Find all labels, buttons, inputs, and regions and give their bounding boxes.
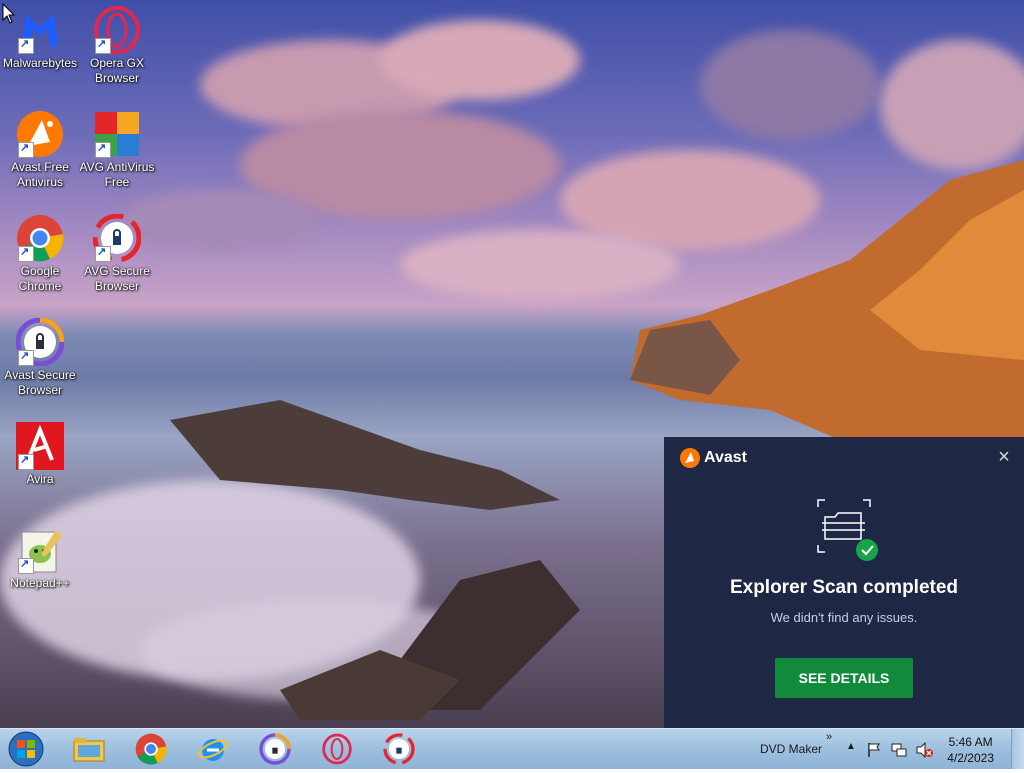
notification-subtitle: We didn't find any issues. [770,610,918,625]
desktop-icon-label: Avast Secure Browser [4,368,76,397]
desktop-icon-avg-antivirus-free[interactable]: AVG AntiVirus Free [77,110,157,190]
notepad-plus-plus-icon [16,526,64,574]
toolbar-chevron-icon[interactable]: » [826,731,832,743]
start-button[interactable] [4,730,48,768]
desktop-icon-label: Google Chrome [18,264,62,293]
internet-explorer-icon[interactable] [197,733,229,765]
desktop-icon-avira[interactable]: Avira [0,422,80,487]
desktop-icon-label: AVG Secure Browser [84,264,150,293]
avast-secure-browser-icon [15,317,65,367]
avast-secure-browser-icon[interactable] [259,733,291,765]
desktop-icon-label: Malwarebytes [2,56,78,70]
desktop-icon-label: Opera GX Browser [89,56,145,85]
action-center-flag-icon[interactable] [866,742,882,758]
volume-muted-icon[interactable] [916,742,934,758]
desktop-icon-label: Avira [26,472,54,486]
rock-shelf [170,400,580,720]
shortcut-arrow-icon [18,453,34,470]
desktop-icon-label: AVG AntiVirus Free [79,160,155,189]
file-explorer-icon[interactable] [72,733,105,765]
opera-gx-icon [93,6,141,54]
close-icon[interactable]: × [996,447,1012,467]
shortcut-arrow-icon [18,245,34,262]
avira-icon [16,422,64,470]
shortcut-arrow-icon [95,37,111,54]
avast-icon [16,110,64,158]
avg-secure-browser-icon [92,213,142,263]
desktop-icon-notepad-plus-plus[interactable]: Notepad++ [0,526,80,591]
clock-time: 5:46 AM [948,735,993,749]
notification-brand-label: Avast [704,449,747,466]
malwarebytes-icon [16,6,64,54]
avast-logo-icon [680,448,700,468]
chrome-icon[interactable] [135,733,167,765]
see-details-button[interactable]: SEE DETAILS [775,658,913,698]
cliff-rocks [630,160,1024,440]
opera-icon[interactable] [321,733,353,765]
shortcut-arrow-icon [95,141,111,158]
shortcut-arrow-icon [18,37,34,54]
desktop-icon-avg-secure-browser[interactable]: AVG Secure Browser [77,213,157,294]
shortcut-arrow-icon [18,557,34,574]
notification-title: Explorer Scan completed [729,577,959,598]
network-icon[interactable] [891,742,907,758]
system-clock[interactable]: 5:46 AM 4/2/2023 [947,734,994,766]
clock-date: 4/2/2023 [947,751,994,765]
chrome-icon [16,214,64,262]
shortcut-arrow-icon [95,245,111,262]
notification-brand: Avast [680,448,747,468]
show-desktop-button[interactable] [1011,729,1024,769]
desktop-icon-label: Notepad++ [10,576,70,590]
scanned-folder-icon [817,499,878,561]
avast-notification: Avast × Explorer Scan completed We didn'… [664,437,1024,728]
avg-secure-browser-icon[interactable] [383,733,415,765]
taskbar: DVD Maker » ▲ 5:46 AM 4/2/2023 [0,728,1024,769]
desktop-icon-opera-gx[interactable]: Opera GX Browser [77,6,157,86]
avg-icon [93,110,141,158]
shortcut-arrow-icon [18,141,34,158]
desktop-icon-google-chrome[interactable]: Google Chrome [0,214,80,294]
desktop-icon-avast-secure-browser[interactable]: Avast Secure Browser [0,317,80,398]
desktop-icon-label: Avast Free Antivirus [11,160,69,189]
dvd-maker-toolbar[interactable]: DVD Maker [760,742,822,756]
shortcut-arrow-icon [18,349,34,366]
desktop-icon-avast-free-antivirus[interactable]: Avast Free Antivirus [0,110,80,190]
show-hidden-icons-chevron-icon[interactable]: ▲ [846,741,856,752]
mouse-cursor-icon [2,3,16,24]
